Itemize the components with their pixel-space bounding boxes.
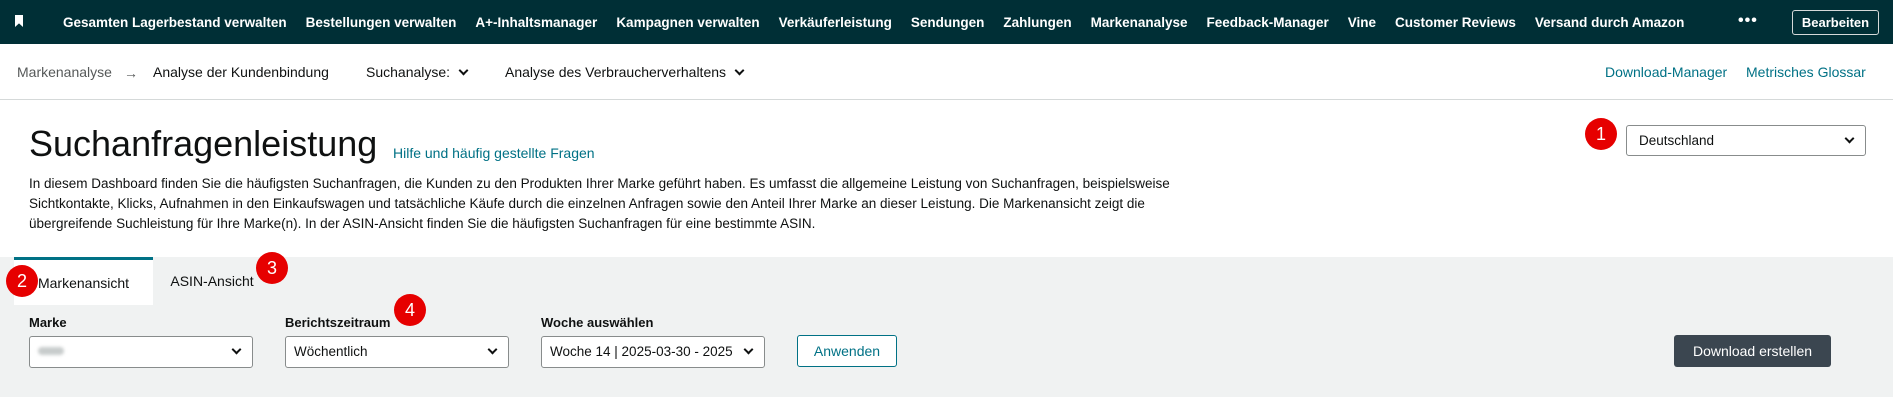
- consumer-behavior-label: Analyse des Verbraucherverhaltens: [505, 64, 727, 80]
- report-period-select[interactable]: Wöchentlich: [285, 336, 509, 368]
- annotation-badge-1: 1: [1585, 118, 1617, 150]
- consumer-behavior-dropdown[interactable]: Analyse des Verbraucherverhaltens: [505, 64, 745, 80]
- annotation-badge-2: 2: [6, 265, 38, 297]
- page-description: In diesem Dashboard finden Sie die häufi…: [29, 176, 1170, 231]
- download-manager-link[interactable]: Download-Manager: [1605, 64, 1727, 80]
- metrics-glossary-link[interactable]: Metrisches Glossar: [1746, 64, 1866, 80]
- nav-item-fba[interactable]: Versand durch Amazon: [1535, 15, 1685, 30]
- nav-item-aplus-content[interactable]: A+-Inhaltsmanager: [475, 15, 597, 30]
- nav-item-payments[interactable]: Zahlungen: [1003, 15, 1071, 30]
- week-select-value: Woche 14 | 2025-03-30 - 2025: [550, 344, 733, 359]
- annotation-badge-3: 3: [256, 252, 288, 284]
- nav-item-feedback-manager[interactable]: Feedback-Manager: [1206, 15, 1328, 30]
- week-select-label: Woche auswählen: [541, 315, 654, 330]
- nav-item-orders[interactable]: Bestellungen verwalten: [306, 15, 457, 30]
- filter-panel: [0, 305, 1893, 397]
- report-period-label: Berichtszeitraum: [285, 315, 391, 330]
- annotation-badge-4: 4: [394, 294, 426, 326]
- arrow-right-icon: →: [124, 65, 138, 81]
- chevron-down-icon: [231, 344, 242, 355]
- nav-item-inventory[interactable]: Gesamten Lagerbestand verwalten: [63, 15, 287, 30]
- brand-select[interactable]: [29, 336, 253, 368]
- edit-button[interactable]: Bearbeiten: [1792, 10, 1879, 35]
- nav-item-seller-performance[interactable]: Verkäuferleistung: [779, 15, 892, 30]
- chevron-down-icon: [743, 344, 754, 355]
- top-navigation-bar: Gesamten Lagerbestand verwalten Bestellu…: [0, 0, 1893, 44]
- help-faq-link[interactable]: Hilfe und häufig gestellte Fragen: [393, 145, 595, 161]
- create-download-button[interactable]: Download erstellen: [1674, 335, 1831, 367]
- country-select-value: Deutschland: [1639, 133, 1715, 148]
- nav-item-vine[interactable]: Vine: [1348, 15, 1376, 30]
- nav-item-campaigns[interactable]: Kampagnen verwalten: [616, 15, 759, 30]
- breadcrumb-brand-analytics[interactable]: Markenanalyse: [17, 64, 112, 80]
- search-analysis-dropdown[interactable]: Suchanalyse:: [366, 64, 469, 80]
- chevron-down-icon: [487, 344, 498, 355]
- top-nav-items: Gesamten Lagerbestand verwalten Bestellu…: [63, 0, 1703, 44]
- more-menu-icon[interactable]: •••: [1738, 12, 1758, 30]
- tab-asin-view[interactable]: ASIN-Ansicht: [153, 257, 271, 305]
- nav-item-brand-analytics[interactable]: Markenanalyse: [1091, 15, 1188, 30]
- chevron-down-icon: [1844, 133, 1855, 144]
- nav-item-shipments[interactable]: Sendungen: [911, 15, 985, 30]
- week-select[interactable]: Woche 14 | 2025-03-30 - 2025: [541, 336, 765, 368]
- chevron-down-icon: [458, 65, 469, 76]
- page-title: Suchanfragenleistung: [29, 123, 378, 164]
- nav-item-customer-reviews[interactable]: Customer Reviews: [1395, 15, 1516, 30]
- bookmark-icon[interactable]: [15, 15, 23, 27]
- report-period-value: Wöchentlich: [294, 344, 368, 359]
- country-select[interactable]: Deutschland: [1626, 125, 1866, 156]
- tab-customer-loyalty[interactable]: Analyse der Kundenbindung: [153, 64, 329, 80]
- sub-navigation-bar: Markenanalyse → Analyse der Kundenbindun…: [0, 44, 1893, 100]
- search-analysis-label: Suchanalyse:: [366, 64, 451, 80]
- apply-button[interactable]: Anwenden: [797, 335, 897, 367]
- brand-label: Marke: [29, 315, 67, 330]
- chevron-down-icon: [734, 65, 745, 76]
- blurred-brand-value: [38, 347, 64, 355]
